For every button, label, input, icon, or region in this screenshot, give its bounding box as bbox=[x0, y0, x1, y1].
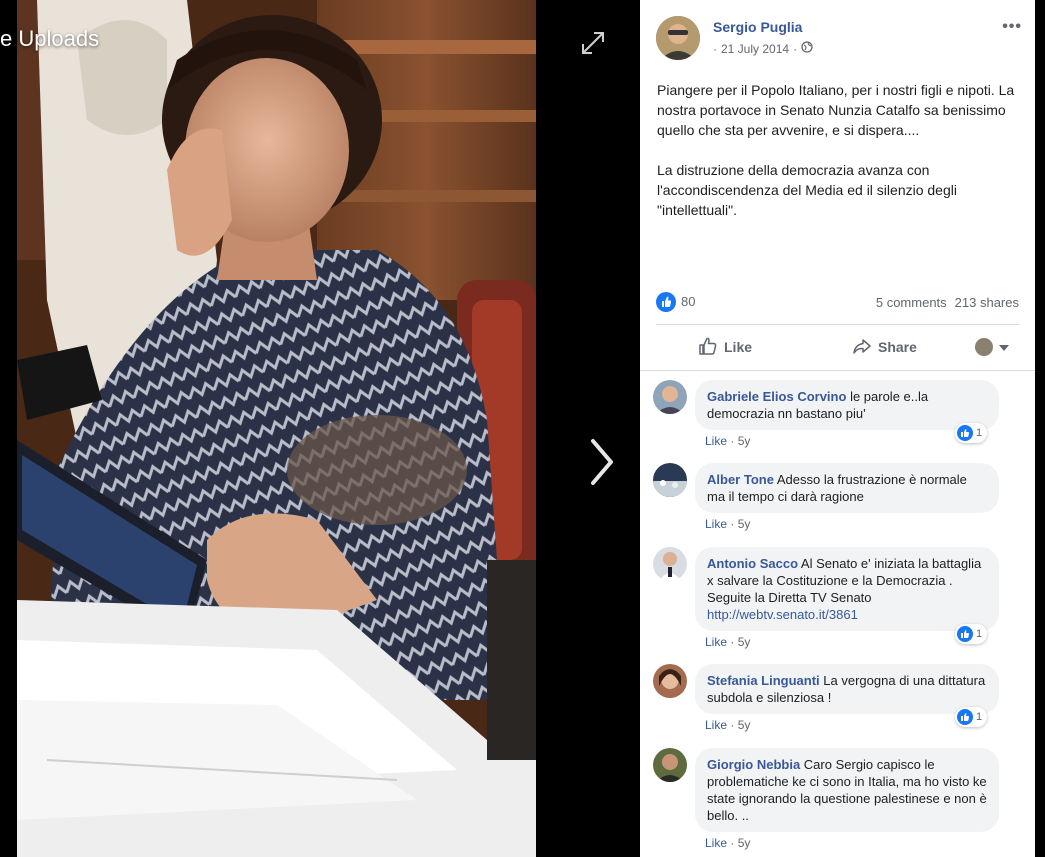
like-button[interactable]: Like bbox=[698, 336, 752, 359]
comment-footer: Like · 5y bbox=[705, 836, 750, 850]
comment-like-link[interactable]: Like bbox=[705, 517, 727, 531]
reaction-audience-selector[interactable] bbox=[975, 338, 1009, 356]
chevron-right-icon[interactable] bbox=[585, 435, 619, 489]
comment-link[interactable]: http://webtv.senato.it/3861 bbox=[707, 607, 858, 622]
post-text: Piangere per il Popolo Italiano, per i n… bbox=[657, 80, 1022, 240]
window-edge bbox=[1035, 0, 1045, 857]
like-reaction-icon[interactable] bbox=[656, 292, 676, 312]
comment-like-link[interactable]: Like bbox=[705, 836, 727, 850]
commenter-name[interactable]: Giorgio Nebbia bbox=[707, 757, 800, 772]
comment-age[interactable]: 5y bbox=[738, 718, 751, 732]
post-panel: Sergio Puglia · 21 July 2014 · ••• Piang… bbox=[640, 0, 1035, 857]
post-date[interactable]: 21 July 2014 bbox=[721, 42, 789, 56]
comments-count[interactable]: 5 comments bbox=[876, 295, 947, 310]
reaction-count: 1 bbox=[976, 427, 983, 439]
commenter-avatar[interactable] bbox=[653, 380, 687, 414]
meta-separator: · bbox=[713, 41, 717, 56]
thumbs-up-icon bbox=[698, 336, 718, 359]
comment-age[interactable]: 5y bbox=[738, 635, 751, 649]
comment-bubble: Alber Tone Adesso la frustrazione è norm… bbox=[695, 463, 999, 513]
expand-icon[interactable] bbox=[580, 30, 606, 56]
comment-like-link[interactable]: Like bbox=[705, 635, 727, 649]
more-options-button[interactable]: ••• bbox=[1002, 18, 1022, 36]
photo-illustration bbox=[17, 0, 536, 857]
share-button-label: Share bbox=[878, 339, 917, 355]
album-title[interactable]: e Uploads bbox=[0, 26, 99, 52]
post-meta: · 21 July 2014 · bbox=[713, 41, 813, 56]
like-button-label: Like bbox=[724, 339, 753, 355]
comment-footer: Like · 5y bbox=[705, 635, 750, 649]
comment-age[interactable]: 5y bbox=[738, 836, 751, 850]
comment-footer: Like · 5y bbox=[705, 718, 750, 732]
post-actions: Like Share bbox=[656, 330, 1019, 364]
post-photo[interactable] bbox=[17, 0, 536, 857]
post-header: Sergio Puglia · 21 July 2014 · ••• bbox=[656, 14, 1026, 62]
reaction-count: 1 bbox=[976, 628, 983, 640]
like-reaction-icon bbox=[957, 709, 973, 725]
comment-bubble: Antonio Sacco Al Senato e' iniziata la b… bbox=[695, 547, 999, 631]
caret-down-icon bbox=[999, 338, 1009, 356]
like-reaction-icon bbox=[957, 626, 973, 642]
like-reaction-icon bbox=[957, 425, 973, 441]
commenter-avatar[interactable] bbox=[653, 748, 687, 782]
author-avatar[interactable] bbox=[656, 16, 700, 60]
commenter-avatar[interactable] bbox=[653, 547, 687, 581]
commenter-avatar[interactable] bbox=[653, 664, 687, 698]
commenter-name[interactable]: Gabriele Elios Corvino bbox=[707, 389, 846, 404]
share-button[interactable]: Share bbox=[852, 336, 917, 359]
reaction-count: 1 bbox=[976, 711, 983, 723]
post-paragraph: Piangere per il Popolo Italiano, per i n… bbox=[657, 82, 1015, 138]
comment-reactions[interactable]: 1 bbox=[955, 423, 988, 443]
comment-age[interactable]: 5y bbox=[738, 434, 751, 448]
stats-right: 5 comments 213 shares bbox=[876, 295, 1019, 310]
meta-separator: · bbox=[730, 836, 735, 850]
commenter-name[interactable]: Alber Tone bbox=[707, 472, 774, 487]
meta-separator: · bbox=[730, 517, 735, 531]
globe-icon[interactable] bbox=[801, 41, 813, 56]
meta-separator: · bbox=[793, 41, 798, 56]
author-name[interactable]: Sergio Puglia bbox=[713, 19, 802, 35]
meta-separator: · bbox=[730, 434, 735, 448]
like-count[interactable]: 80 bbox=[681, 294, 695, 309]
photo-area: e Uploads bbox=[0, 0, 640, 857]
share-icon bbox=[852, 336, 872, 359]
comment-bubble: Stefania Linguanti La vergogna di una di… bbox=[695, 664, 999, 714]
comment-age[interactable]: 5y bbox=[738, 517, 751, 531]
comment-bubble: Giorgio Nebbia Caro Sergio capisco le pr… bbox=[695, 748, 999, 832]
comment-reactions[interactable]: 1 bbox=[955, 624, 988, 644]
divider bbox=[656, 324, 1019, 325]
shares-count[interactable]: 213 shares bbox=[955, 295, 1019, 310]
photo-viewer: e Uploads Sergio Puglia · 21 July 2014 ·… bbox=[0, 0, 1045, 857]
meta-separator: · bbox=[730, 635, 735, 649]
comment-bubble: Gabriele Elios Corvino le parole e..la d… bbox=[695, 380, 999, 430]
meta-separator: · bbox=[730, 718, 735, 732]
viewer-avatar bbox=[975, 338, 993, 356]
comment-reactions[interactable]: 1 bbox=[955, 707, 988, 727]
post-stats: 80 5 comments 213 shares bbox=[656, 292, 1019, 312]
comment-like-link[interactable]: Like bbox=[705, 718, 727, 732]
commenter-name[interactable]: Stefania Linguanti bbox=[707, 673, 820, 688]
comment-like-link[interactable]: Like bbox=[705, 434, 727, 448]
comment-footer: Like · 5y bbox=[705, 434, 750, 448]
commenter-avatar[interactable] bbox=[653, 463, 687, 497]
commenter-name[interactable]: Antonio Sacco bbox=[707, 556, 798, 571]
post-paragraph: La distruzione della democrazia avanza c… bbox=[657, 162, 957, 218]
comment-footer: Like · 5y bbox=[705, 517, 750, 531]
